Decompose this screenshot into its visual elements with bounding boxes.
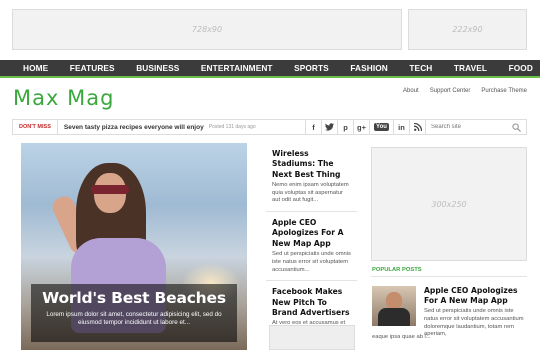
nav-item-business[interactable]: BUSINESS	[136, 63, 179, 73]
sidebar-ad[interactable]: 300x250	[371, 147, 527, 261]
list-item[interactable]: Wireless Stadiums: The Next Best Thing N…	[266, 143, 357, 213]
nav-item-travel[interactable]: TRAVEL	[454, 63, 487, 73]
popular-post-title[interactable]: Apple CEO Apologizes For A New Map App	[424, 286, 528, 307]
article-excerpt: Nemo enim ipsam voluptatem quia voluptas…	[272, 181, 349, 204]
article-title[interactable]: Facebook Makes New Pitch To Brand Advert…	[272, 287, 352, 318]
nav-item-entertainment[interactable]: ENTERTAINMENT	[201, 63, 273, 73]
top-link-support[interactable]: Support Center	[430, 88, 471, 94]
middle-column: Wireless Stadiums: The Next Best Thing N…	[266, 143, 357, 350]
feature-image-sunglasses	[91, 185, 129, 194]
feature-excerpt: Lorem ipsum dolor sit amet, consectetur …	[46, 311, 222, 327]
top-link-about[interactable]: About	[403, 88, 419, 94]
top-link-purchase[interactable]: Purchase Theme	[481, 88, 527, 94]
nav-item-sports[interactable]: SPORTS	[294, 63, 329, 73]
list-item[interactable]: Apple CEO Apologizes For A New Map App S…	[266, 212, 357, 282]
facebook-icon[interactable]: f	[305, 120, 321, 134]
nav-item-fashion[interactable]: FASHION	[350, 63, 388, 73]
ticker-headline[interactable]: Seven tasty pizza recipes everyone will …	[64, 124, 204, 131]
feature-title[interactable]: World's Best Beaches	[38, 289, 230, 307]
top-links: About Support Center Purchase Theme	[403, 88, 527, 94]
thumbnail-body	[378, 308, 410, 326]
article-thumbnail[interactable]	[269, 325, 355, 350]
ad-size-label: 222x90	[452, 25, 483, 34]
popular-post-thumbnail[interactable]	[372, 286, 416, 326]
main-navigation: HOME FEATURES BUSINESS ENTERTAINMENT SPO…	[0, 60, 540, 78]
article-title[interactable]: Apple CEO Apologizes For A New Map App	[272, 218, 352, 249]
pinterest-icon[interactable]: p	[337, 120, 353, 134]
article-excerpt: Sed ut perspiciatis unde omnis iste natu…	[272, 250, 351, 273]
nav-item-tech[interactable]: TECH	[409, 63, 432, 73]
dont-miss-label: DON'T MISS	[13, 120, 58, 134]
nav-item-food[interactable]: FOOD	[509, 63, 533, 73]
youtube-icon[interactable]: You	[369, 120, 393, 134]
site-logo[interactable]: Max Mag	[13, 86, 114, 110]
featured-story[interactable]: World's Best Beaches Lorem ipsum dolor s…	[21, 143, 247, 350]
ad-size-label: 300x250	[431, 199, 467, 209]
google-plus-icon[interactable]: g+	[353, 120, 369, 134]
ad-size-label: 728x90	[191, 25, 223, 34]
nav-item-home[interactable]: HOME	[23, 63, 48, 73]
search-icon[interactable]	[512, 123, 521, 132]
ticker-bar: DON'T MISS Seven tasty pizza recipes eve…	[12, 119, 527, 135]
rss-icon[interactable]	[409, 120, 425, 134]
top-right-ad[interactable]: 222x90	[408, 9, 527, 50]
popular-posts-heading: POPULAR POSTS	[372, 267, 422, 273]
search-box	[425, 120, 526, 134]
twitter-icon[interactable]	[321, 120, 337, 134]
nav-item-features[interactable]: FEATURES	[70, 63, 115, 73]
linkedin-icon[interactable]: in	[393, 120, 409, 134]
top-left-ad[interactable]: 728x90	[12, 9, 402, 50]
youtube-label: You	[374, 123, 389, 131]
feature-caption: World's Best Beaches Lorem ipsum dolor s…	[31, 284, 237, 342]
divider	[371, 276, 527, 277]
search-input[interactable]	[431, 124, 511, 130]
ticker-time: Posted 131 days ago	[208, 124, 256, 130]
popular-post-excerpt-tail: eaque ipsa quae ab i...	[372, 334, 431, 340]
article-title[interactable]: Wireless Stadiums: The Next Best Thing	[272, 149, 352, 180]
social-links: f p g+ You in	[305, 120, 425, 134]
